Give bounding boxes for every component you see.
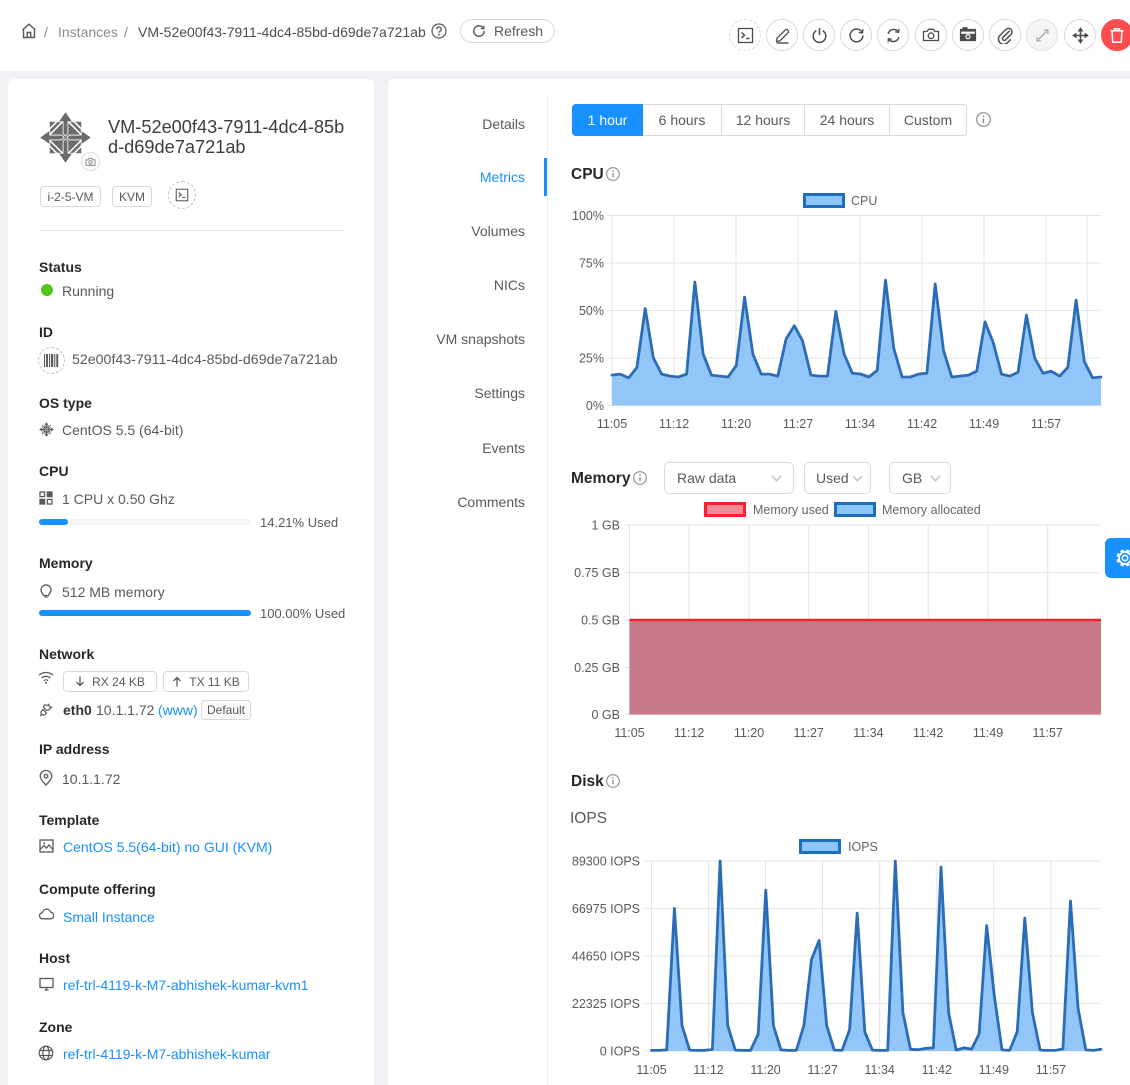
svg-text:0%: 0% (586, 399, 604, 413)
svg-text:75%: 75% (579, 257, 604, 271)
svg-text:11:12: 11:12 (659, 417, 689, 431)
svg-text:44650 IOPS: 44650 IOPS (572, 950, 640, 964)
svg-text:11:12: 11:12 (693, 1063, 723, 1077)
svg-text:0.5 GB: 0.5 GB (581, 614, 620, 628)
svg-text:11:27: 11:27 (808, 1063, 838, 1077)
svg-text:11:42: 11:42 (913, 726, 943, 740)
svg-text:25%: 25% (579, 352, 604, 366)
svg-text:11:34: 11:34 (853, 726, 883, 740)
svg-text:11:05: 11:05 (597, 417, 627, 431)
svg-text:11:27: 11:27 (783, 417, 813, 431)
svg-text:11:57: 11:57 (1033, 726, 1063, 740)
svg-text:0.25 GB: 0.25 GB (574, 661, 620, 675)
svg-text:11:20: 11:20 (750, 1063, 780, 1077)
svg-text:50%: 50% (579, 304, 604, 318)
svg-text:11:05: 11:05 (636, 1063, 666, 1077)
svg-text:11:42: 11:42 (907, 417, 937, 431)
svg-text:11:42: 11:42 (922, 1063, 952, 1077)
svg-text:11:57: 11:57 (1031, 417, 1061, 431)
svg-text:11:05: 11:05 (614, 726, 644, 740)
svg-text:11:34: 11:34 (865, 1063, 895, 1077)
svg-text:11:20: 11:20 (721, 417, 751, 431)
svg-text:100%: 100% (572, 209, 604, 223)
svg-text:0 GB: 0 GB (592, 708, 621, 722)
svg-text:11:34: 11:34 (845, 417, 875, 431)
svg-text:11:57: 11:57 (1036, 1063, 1066, 1077)
svg-text:11:49: 11:49 (973, 726, 1003, 740)
svg-text:11:12: 11:12 (674, 726, 704, 740)
svg-text:11:49: 11:49 (979, 1063, 1009, 1077)
svg-text:11:27: 11:27 (794, 726, 824, 740)
svg-text:0 IOPS: 0 IOPS (600, 1045, 640, 1059)
svg-text:66975 IOPS: 66975 IOPS (572, 902, 640, 916)
svg-text:11:20: 11:20 (734, 726, 764, 740)
svg-text:89300 IOPS: 89300 IOPS (572, 855, 640, 869)
svg-text:0.75 GB: 0.75 GB (574, 566, 620, 580)
svg-text:1 GB: 1 GB (592, 519, 621, 533)
svg-text:22325 IOPS: 22325 IOPS (572, 997, 640, 1011)
svg-text:11:49: 11:49 (969, 417, 999, 431)
